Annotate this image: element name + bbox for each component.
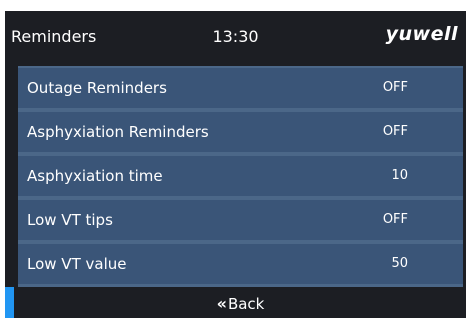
setting-value: OFF — [382, 124, 408, 139]
selection-indicator — [5, 287, 14, 318]
setting-value: 10 — [391, 168, 408, 183]
setting-row-low-vt-tips[interactable]: Low VT tips OFF — [18, 200, 463, 240]
setting-value: OFF — [382, 212, 408, 227]
setting-row-asphyxiation-reminders[interactable]: Asphyxiation Reminders OFF — [18, 112, 463, 152]
setting-label: Low VT tips — [27, 211, 113, 229]
setting-label: Low VT value — [27, 255, 127, 273]
back-button[interactable]: « Back — [18, 289, 463, 318]
setting-row-asphyxiation-time[interactable]: Asphyxiation time 10 — [18, 156, 463, 196]
settings-list: Outage Reminders OFF Asphyxiation Remind… — [18, 66, 463, 287]
double-chevron-left-icon: « — [216, 293, 227, 313]
setting-row-outage-reminders[interactable]: Outage Reminders OFF — [18, 68, 463, 108]
screen: Reminders 13:30 yuwell Outage Reminders … — [5, 11, 466, 318]
setting-row-low-vt-value[interactable]: Low VT value 50 — [18, 244, 463, 284]
setting-label: Asphyxiation Reminders — [27, 123, 209, 141]
setting-value: 50 — [391, 256, 408, 271]
header-bar: Reminders 13:30 yuwell — [5, 11, 466, 66]
setting-value: OFF — [382, 80, 408, 95]
back-label: Back — [227, 294, 265, 313]
device-frame: Reminders 13:30 yuwell Outage Reminders … — [0, 0, 471, 322]
brand-logo: yuwell — [385, 23, 458, 45]
setting-label: Asphyxiation time — [27, 167, 163, 185]
setting-label: Outage Reminders — [27, 79, 167, 97]
